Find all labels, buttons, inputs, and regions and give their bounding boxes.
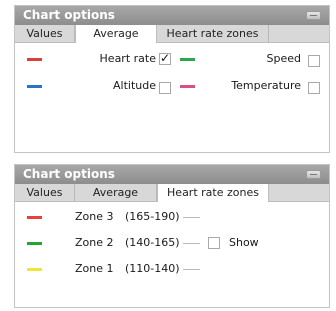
speed-label: Speed — [266, 52, 301, 65]
speed-color-swatch — [180, 58, 195, 61]
show-checkbox[interactable] — [208, 237, 220, 249]
show-label: Show — [229, 236, 259, 249]
tab-values[interactable]: Values — [15, 25, 75, 42]
temperature-label: Temperature — [231, 79, 301, 92]
zone-2-range: (140-165) — [125, 236, 180, 249]
tab-heart-rate-zones[interactable]: Heart rate zones — [157, 184, 269, 202]
zone-2-line — [183, 243, 200, 244]
zone-1-range: (110-140) — [125, 262, 180, 275]
zone-1-label: Zone 1 — [75, 262, 114, 275]
altitude-label: Altitude — [113, 79, 156, 92]
zone-1-color-swatch — [27, 268, 42, 271]
panel-title: Chart options — [23, 8, 115, 22]
zone-3-line — [183, 217, 200, 218]
speed-checkbox[interactable] — [308, 55, 320, 67]
heart-rate-checkbox[interactable] — [159, 51, 171, 65]
tab-values[interactable]: Values — [15, 184, 75, 201]
tab-average[interactable]: Average — [75, 25, 157, 43]
heart-rate-color-swatch — [27, 58, 42, 61]
heart-rate-label: Heart rate — [99, 52, 156, 65]
zone-1-line — [183, 269, 200, 270]
zone-2-color-swatch — [27, 242, 42, 245]
zone-2-label: Zone 2 — [75, 236, 114, 249]
altitude-checkbox[interactable] — [159, 82, 171, 94]
zone-3-color-swatch — [27, 216, 42, 219]
tab-average[interactable]: Average — [75, 184, 157, 201]
temperature-color-swatch — [180, 85, 195, 88]
altitude-color-swatch — [27, 85, 42, 88]
zone-3-label: Zone 3 — [75, 210, 114, 223]
panel-titlebar: Chart options — [15, 165, 329, 184]
temperature-checkbox[interactable] — [308, 82, 320, 94]
tab-bar: Values Average Heart rate zones — [15, 25, 329, 43]
panel-title: Chart options — [23, 167, 115, 181]
tab-heart-rate-zones[interactable]: Heart rate zones — [157, 25, 269, 42]
tab-bar: Values Average Heart rate zones — [15, 184, 329, 202]
panel-titlebar: Chart options — [15, 6, 329, 25]
chart-options-panel-average: Chart options Values Average Heart rate … — [14, 5, 330, 153]
collapse-icon[interactable] — [306, 11, 321, 20]
chart-options-panel-heart-rate-zones: Chart options Values Average Heart rate … — [14, 164, 330, 308]
collapse-icon[interactable] — [306, 170, 321, 179]
zone-3-range: (165-190) — [125, 210, 180, 223]
